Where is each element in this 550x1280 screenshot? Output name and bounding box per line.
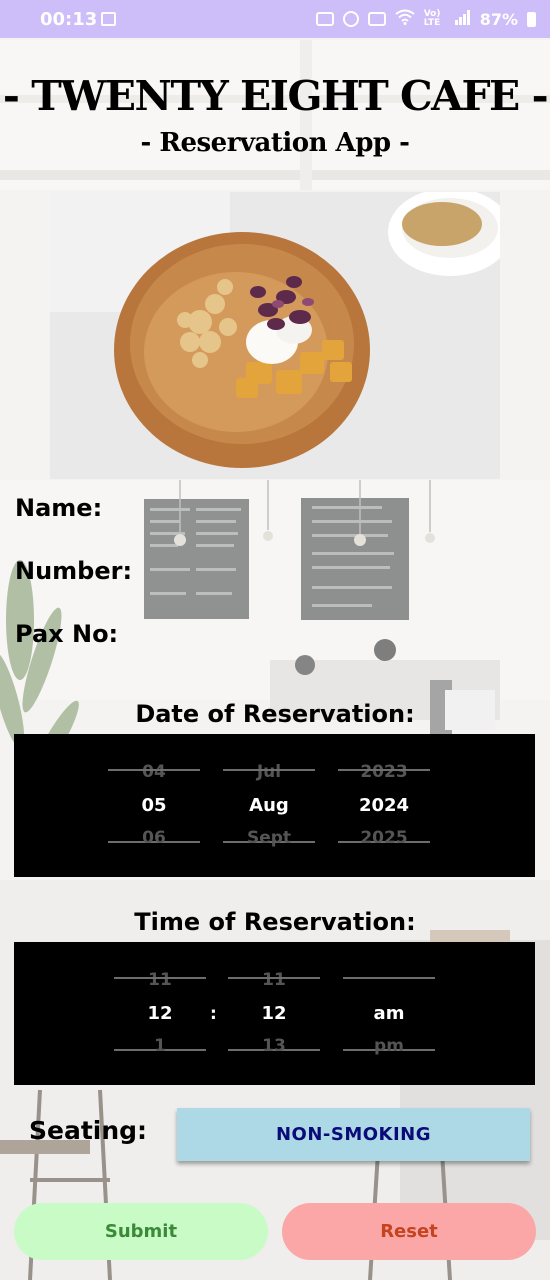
time-picker[interactable]: 11 12 1 : 11 12 13 am pm <box>14 942 535 1085</box>
selection-line <box>114 977 206 979</box>
sleep-icon <box>315 12 334 26</box>
selection-line <box>223 769 315 771</box>
selection-line <box>338 769 430 771</box>
month-prev[interactable]: Jul <box>223 762 315 782</box>
signal-icon <box>454 9 471 29</box>
minute-selected[interactable]: 12 <box>228 1003 320 1024</box>
status-bar: 00:13 Vo) LTE 87% <box>0 0 550 38</box>
selection-line <box>108 769 200 771</box>
hour-next[interactable]: 1 <box>114 1036 206 1056</box>
app-subtitle: - Reservation App - <box>140 128 410 158</box>
ampm-next[interactable]: pm <box>343 1036 435 1056</box>
pax-label: Pax No: <box>15 620 119 648</box>
time-of-reservation-title: Time of Reservation: <box>134 908 416 936</box>
number-label: Number: <box>15 557 133 585</box>
month-wheel[interactable]: Jul Aug Sept <box>223 734 315 877</box>
date-picker[interactable]: 04 05 06 Jul Aug Sept 2023 2024 2025 <box>14 734 535 877</box>
image-icon <box>101 12 116 26</box>
minute-prev[interactable]: 11 <box>228 970 320 990</box>
hour-prev[interactable]: 11 <box>114 970 206 990</box>
ampm-selected[interactable]: am <box>343 1003 435 1024</box>
year-prev[interactable]: 2023 <box>338 762 430 782</box>
wifi-icon <box>395 9 415 29</box>
dessert-photo <box>50 192 500 479</box>
mute-icon <box>367 12 386 26</box>
minute-next[interactable]: 13 <box>228 1036 320 1056</box>
battery-percent: 87% <box>479 9 518 29</box>
day-selected[interactable]: 05 <box>108 795 200 816</box>
date-of-reservation-title: Date of Reservation: <box>135 700 415 728</box>
day-prev[interactable]: 04 <box>108 762 200 782</box>
battery-icon <box>527 11 536 27</box>
year-selected[interactable]: 2024 <box>338 795 430 816</box>
year-wheel[interactable]: 2023 2024 2025 <box>338 734 430 877</box>
ampm-wheel[interactable]: am pm <box>343 942 435 1085</box>
submit-button[interactable]: Submit <box>14 1203 268 1260</box>
network-type: Vo) LTE <box>423 9 441 28</box>
reset-button[interactable]: Reset <box>282 1203 536 1260</box>
selection-line <box>228 977 320 979</box>
seating-label: Seating: <box>29 1116 148 1145</box>
day-wheel[interactable]: 04 05 06 <box>108 734 200 877</box>
alarm-icon <box>342 11 359 27</box>
year-next[interactable]: 2025 <box>338 828 430 848</box>
selection-line <box>343 977 435 979</box>
status-time: 00:13 <box>40 9 98 30</box>
day-next[interactable]: 06 <box>108 828 200 848</box>
month-selected[interactable]: Aug <box>223 795 315 816</box>
status-icons: Vo) LTE 87% <box>315 9 536 29</box>
seating-toggle-button[interactable]: NON-SMOKING <box>177 1108 530 1161</box>
hour-selected[interactable]: 12 <box>114 1003 206 1024</box>
minute-wheel[interactable]: 11 12 13 <box>228 942 320 1085</box>
name-label: Name: <box>15 494 103 522</box>
app-title: - TWENTY EIGHT CAFE - <box>2 72 549 120</box>
time-separator: : <box>210 1004 217 1024</box>
hour-wheel[interactable]: 11 12 1 <box>114 942 206 1085</box>
month-next[interactable]: Sept <box>223 828 315 848</box>
